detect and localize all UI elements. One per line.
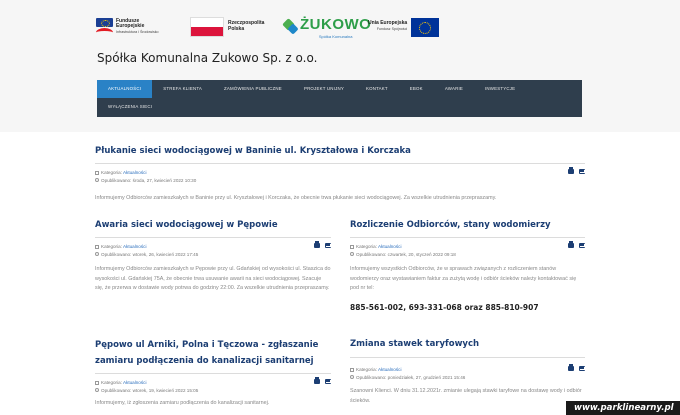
nav-item-aktualnosci[interactable]: AKTUALNOŚCI (97, 80, 153, 98)
article-body: Informujemy Odbiorców zamieszkałych w Pę… (95, 266, 331, 292)
article-meta: Kategoria: Aktualności Opublikowano: czw… (350, 241, 585, 258)
category-label: Kategoria: (356, 367, 377, 372)
category-link[interactable]: Aktualności (378, 367, 402, 372)
article-body: Szanowni Klienci. W dniu 31.12.2021r. zm… (350, 388, 582, 404)
published-date: Opublikowano: wtorek, 26, kwiecień 2022 … (101, 251, 199, 257)
divider (350, 357, 585, 358)
article-title[interactable]: Awaria sieci wodociągowej w Pępowie (95, 218, 331, 233)
fundusze-europejskie-icon (96, 17, 113, 37)
email-icon[interactable] (325, 379, 331, 384)
divider (350, 237, 585, 238)
article-left-2: Pępowo ul Arniki, Polna i Tęczowa - zgła… (95, 337, 331, 409)
folder-icon (95, 380, 99, 385)
poland-flag-icon (190, 17, 224, 37)
print-icon[interactable] (568, 364, 574, 371)
main-nav: AKTUALNOŚCI STREFA KLIENTA ZAMÓWIENIA PU… (97, 80, 582, 117)
ue-line1: Unia Europejska (368, 20, 408, 27)
clock-icon (350, 375, 354, 379)
article-title[interactable]: Zmiana stawek taryfowych (350, 337, 585, 352)
rp-line2: Polska (228, 26, 245, 32)
published-date: Opublikowano: czwartek, 20, styczeń 2022… (356, 251, 456, 257)
category-label: Kategoria: (356, 244, 377, 249)
article-tools (314, 241, 331, 248)
article-body: Informujemy wszystkich Odbiorców, że w s… (350, 266, 577, 292)
article-right-2: Zmiana stawek taryfowych Kategoria: Aktu… (350, 337, 585, 406)
eu-flag-icon (411, 17, 440, 37)
funding-logos-bar: Fundusze Europejskie Infrastruktura i Śr… (96, 14, 586, 40)
zukowo-sub: Spółka Komunalna (318, 33, 353, 39)
print-icon[interactable] (568, 241, 574, 248)
article-tools (568, 167, 585, 174)
print-icon[interactable] (314, 241, 320, 248)
nav-item-awarie[interactable]: AWARIE (434, 80, 474, 98)
zukowo-mark-icon (284, 20, 298, 34)
unia-europejska-logo[interactable]: Unia Europejska Fundusz Spójności (368, 14, 440, 40)
category-label: Kategoria: (101, 170, 122, 175)
clock-icon (95, 178, 99, 182)
article-title[interactable]: Rozliczenie Odbiorców, stany wodomierzy (350, 218, 585, 233)
ue-sub: Fundusz Spójności (376, 27, 408, 31)
clock-icon (95, 388, 99, 392)
category-label: Kategoria: (101, 244, 122, 249)
rzeczpospolita-polska-logo[interactable]: Rzeczpospolita Polska (190, 14, 264, 40)
email-icon[interactable] (579, 243, 585, 248)
article-left-1: Awaria sieci wodociągowej w Pępowie Kate… (95, 218, 331, 294)
fe-sub: Infrastruktura i Środowisko (116, 29, 159, 34)
article-meta: Kategoria: Aktualności Opublikowano: śro… (95, 167, 585, 184)
clock-icon (350, 252, 354, 256)
category-link[interactable]: Aktualności (123, 170, 147, 175)
article-body: Informujemy Odbiorców zamieszkałych w Ba… (95, 195, 497, 201)
watermark: www.parklinearny.pl (566, 401, 680, 415)
zukowo-word: ŻUKOWO (300, 15, 372, 33)
site-header: Fundusze Europejskie Infrastruktura i Śr… (0, 0, 680, 132)
folder-icon (350, 244, 354, 249)
print-icon[interactable] (314, 377, 320, 384)
nav-item-wylaczenia-sieci[interactable]: WYŁĄCZENIA SIECI (97, 98, 163, 116)
print-icon[interactable] (568, 167, 574, 174)
article-meta: Kategoria: Aktualności Opublikowano: wto… (95, 241, 331, 258)
phone-numbers: 885-561-002, 693-331-068 oraz 885-810-90… (350, 302, 539, 312)
fundusze-europejskie-logo[interactable]: Fundusze Europejskie Infrastruktura i Śr… (96, 14, 159, 40)
category-label: Kategoria: (101, 380, 122, 385)
category-link[interactable]: Aktualności (123, 380, 147, 385)
nav-item-strefa-klienta[interactable]: STREFA KLIENTA (152, 80, 213, 98)
divider (95, 237, 331, 238)
nav-item-kontakt[interactable]: KONTAKT (355, 80, 399, 98)
article-meta: Kategoria: Aktualności Opublikowano: pon… (350, 364, 585, 381)
article-body: Informujemy, iż zgłoszenia zamiaru podłą… (95, 400, 270, 406)
category-link[interactable]: Aktualności (123, 244, 147, 249)
published-date: Opublikowano: poniedziałek, 27, grudzień… (356, 374, 466, 380)
published-date: Opublikowano: środa, 27, kwiecień 2022 1… (101, 177, 197, 183)
divider (95, 163, 585, 164)
article-tools (314, 377, 331, 384)
published-date: Opublikowano: wtorek, 19, kwiecień 2022 … (101, 387, 199, 393)
article-meta: Kategoria: Aktualności Opublikowano: wto… (95, 377, 331, 394)
folder-icon (95, 244, 99, 249)
nav-item-projekt-unijny[interactable]: PROJEKT UNIJNY (293, 80, 355, 98)
folder-icon (350, 367, 354, 372)
article-title[interactable]: Płukanie sieci wodociągowej w Baninie ul… (95, 144, 585, 159)
folder-icon (95, 170, 99, 175)
article-title[interactable]: Pępowo ul Arniki, Polna i Tęczowa - zgła… (95, 337, 331, 369)
email-icon[interactable] (579, 366, 585, 371)
article-tools (568, 241, 585, 248)
nav-item-ebok[interactable]: EBOK (399, 80, 434, 98)
zukowo-logo[interactable]: ŻUKOWO Spółka Komunalna (284, 14, 371, 40)
article-tools (568, 364, 585, 371)
email-icon[interactable] (325, 243, 331, 248)
nav-item-inwestycje[interactable]: INWESTYCJE (474, 80, 526, 98)
article-featured: Płukanie sieci wodociągowej w Baninie ul… (95, 144, 585, 204)
email-icon[interactable] (579, 169, 585, 174)
article-right-1: Rozliczenie Odbiorców, stany wodomierzy … (350, 218, 585, 312)
clock-icon (95, 252, 99, 256)
category-link[interactable]: Aktualności (378, 244, 402, 249)
nav-item-zamowienia-publiczne[interactable]: ZAMÓWIENIA PUBLICZNE (213, 80, 293, 98)
divider (95, 373, 331, 374)
fe-line2: Europejskie (116, 23, 145, 30)
site-title[interactable]: Spółka Komunalna Zukowo Sp. z o.o. (97, 51, 317, 65)
